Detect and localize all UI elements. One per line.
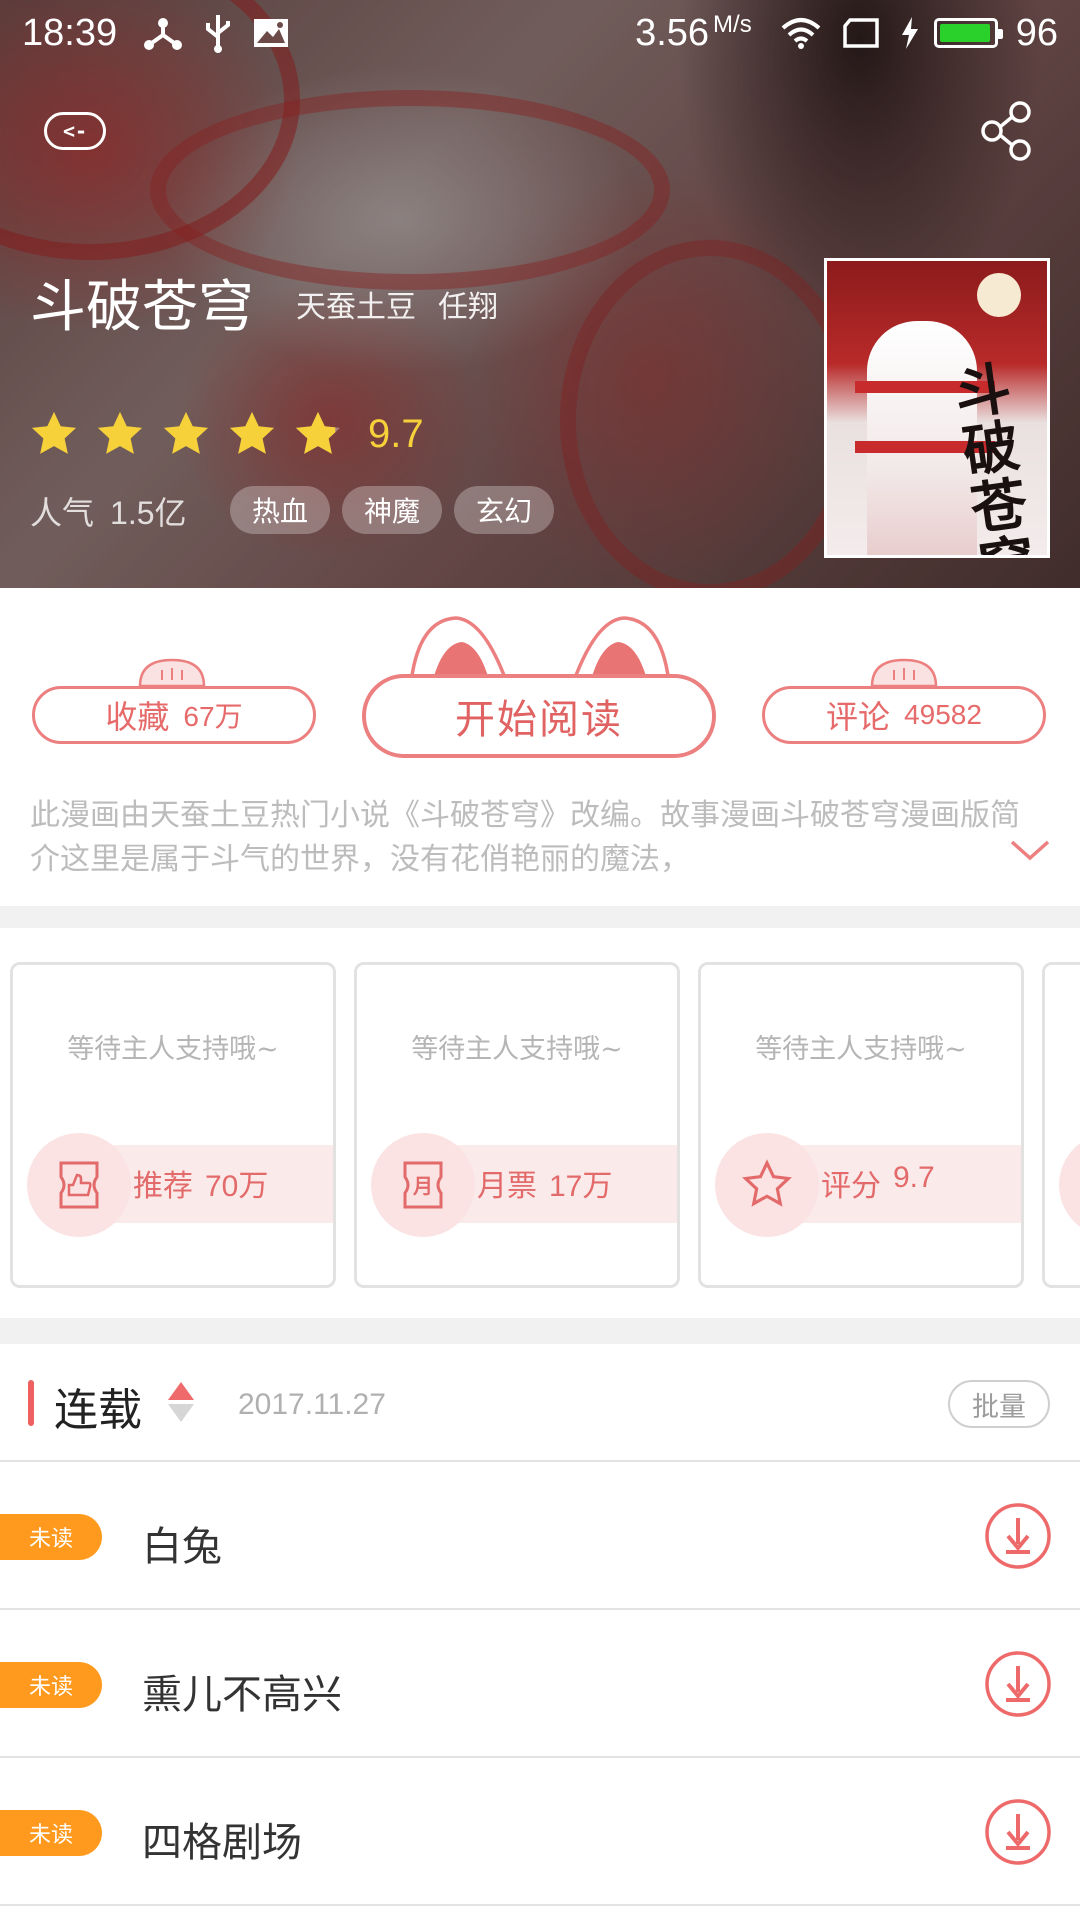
support-card-rating[interactable]: 等待主人支持哦~ 评分 9.7 [698,962,1024,1288]
comic-cover-image[interactable]: 斗破苍穹 [824,258,1050,558]
favorite-count: 67万 [183,701,243,732]
image-icon [253,17,289,49]
support-message: 等待主人支持哦~ [411,1034,623,1065]
support-cards: 等待主人支持哦~ 推荐 70万 等待主人支持哦~ 月 月票 17万 等待主人支持… [0,928,1080,1318]
network-speed-unit: M/s [713,11,752,38]
update-date: 2017.11.27 [238,1388,386,1421]
support-value: 9.7 [893,1161,935,1194]
genre-tag[interactable]: 玄幻 [454,486,555,534]
chevron-down-icon[interactable] [1008,834,1052,864]
favorite-button[interactable]: 收藏 67万 [32,686,316,744]
support-message: 等待主人支持哦~ [755,1034,967,1065]
author-list: 天蚕土豆 任翔 [296,282,498,326]
battery-icon [933,18,1003,48]
star-icon [163,411,209,454]
support-label-text: 推荐 [133,1169,193,1204]
chapter-row[interactable]: 未读 白兔 [0,1462,1080,1610]
share-icon [981,101,1031,161]
popularity: 人气 1.5亿 [30,488,187,534]
star-icon [229,411,275,454]
author-name[interactable]: 天蚕土豆 [296,282,416,326]
support-card-monthly-ticket[interactable]: 等待主人支持哦~ 月 月票 17万 [354,962,680,1288]
comic-hero-banner: 18:39 3.56 M/s 96 <- 斗破苍穹 天蚕土豆 任翔 9.7 人气… [0,0,1080,588]
comment-button[interactable]: 评论 49582 [762,686,1046,744]
serial-status-label: 连载 [54,1385,142,1436]
share-button[interactable] [978,100,1040,162]
card-icon-circle [715,1133,819,1237]
support-value: 70万 [205,1170,269,1203]
section-accent-bar [28,1380,34,1426]
genre-tag[interactable]: 神魔 [342,486,443,534]
favorite-label: 收藏 [105,698,170,736]
rating-stars: 9.7 [28,408,424,460]
comic-title: 斗破苍穹 [30,275,254,340]
start-reading-button[interactable]: 开始阅读 [362,674,716,758]
comment-count: 49582 [904,699,982,730]
battery-level-fill [939,24,990,42]
rating-score: 9.7 [368,411,424,456]
download-icon[interactable] [984,1650,1052,1718]
back-button[interactable]: <- [44,112,106,150]
card-icon-circle [1059,1133,1080,1237]
support-card-recommend[interactable]: 等待主人支持哦~ 推荐 70万 [10,962,336,1288]
network-speed: 3.56 [635,11,710,54]
section-divider [0,906,1080,928]
author-name[interactable]: 任翔 [438,282,498,326]
star-icon [97,411,143,454]
support-value: 17万 [549,1170,613,1203]
popularity-value: 1.5亿 [110,495,187,531]
status-bar: 18:39 3.56 M/s 96 [0,0,1080,66]
svg-text:月: 月 [412,1174,433,1198]
star-icon [31,411,77,454]
support-label: 推荐 70万 [133,1161,268,1205]
support-label-text: 评分 [821,1169,881,1204]
list-divider [0,1904,1080,1906]
genre-tag[interactable]: 热血 [230,486,331,534]
share-network-icon [143,15,183,51]
support-label: 月票 17万 [477,1161,612,1205]
chapter-list-header: 连载 2017.11.27 批量 [0,1344,1080,1462]
charging-icon [900,17,920,49]
paw-icon [138,658,206,686]
popularity-label: 人气 [30,495,95,531]
support-message: 等待主人支持哦~ [67,1034,279,1065]
chapter-row[interactable]: 未读 熏儿不高兴 [0,1610,1080,1758]
support-label: 评分 9.7 [821,1161,935,1205]
comment-label: 评论 [826,698,891,736]
card-icon-circle: 月 [371,1133,475,1237]
download-icon[interactable] [984,1798,1052,1866]
comic-description[interactable]: 此漫画由天蚕土豆热门小说《斗破苍穹》改编。故事漫画斗破苍穹漫画版简介这里是属于斗… [30,794,1040,882]
card-icon-circle [27,1133,131,1237]
genre-tags: 热血 神魔 玄幻 [230,486,555,534]
sort-icon[interactable] [166,1380,196,1424]
action-area: 收藏 67万 开始阅读 评论 49582 此漫画由天蚕土豆热门小说《斗破苍穹》改… [0,588,1080,888]
thumbs-up-ticket-icon [59,1161,99,1209]
star-half-icon [295,411,341,454]
battery-percentage: 96 [1015,11,1058,54]
wifi-icon [780,16,822,50]
cover-moon [977,273,1021,317]
support-card-partial[interactable] [1042,962,1080,1288]
back-icon: <- [62,119,88,143]
sim-icon [842,18,880,48]
chapter-title: 熏儿不高兴 [142,1672,342,1718]
support-label-text: 月票 [477,1169,537,1204]
unread-badge: 未读 [0,1810,102,1856]
chapter-row[interactable]: 未读 四格剧场 [0,1758,1080,1920]
chapter-title: 白兔 [142,1524,222,1570]
star-outline-icon [742,1159,792,1207]
download-icon[interactable] [984,1502,1052,1570]
monthly-ticket-icon: 月 [403,1161,443,1209]
section-divider [0,1318,1080,1344]
paw-icon [870,658,938,686]
batch-download-button[interactable]: 批量 [948,1380,1050,1428]
status-time: 18:39 [22,11,118,54]
unread-badge: 未读 [0,1662,102,1708]
usb-icon [203,13,233,53]
unread-badge: 未读 [0,1514,102,1560]
chapter-title: 四格剧场 [142,1820,302,1866]
